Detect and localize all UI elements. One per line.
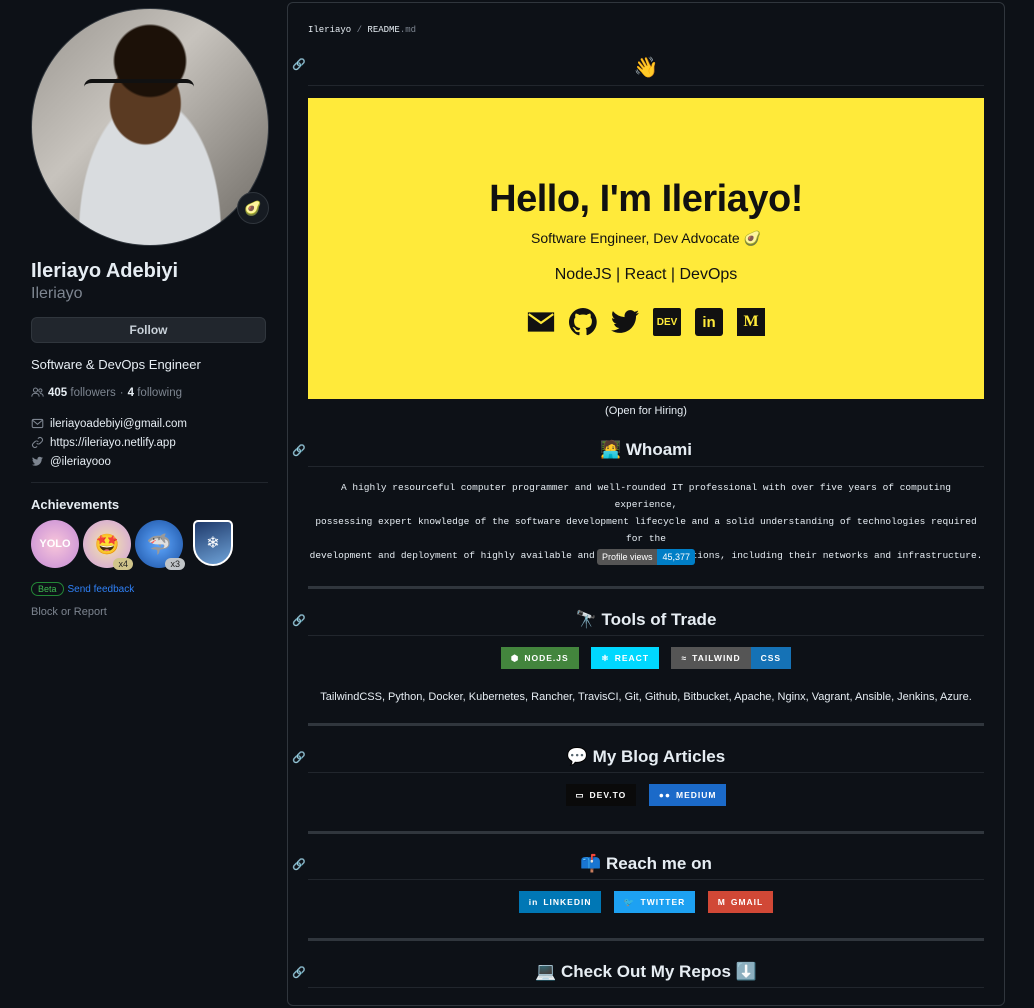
linkedin-icon[interactable]: in (695, 308, 723, 336)
divider (31, 482, 268, 483)
follow-button[interactable]: Follow (31, 317, 266, 343)
heading-rule (308, 879, 984, 880)
banner-stack: NodeJS | React | DevOps (554, 266, 738, 283)
profile-details: ileriayoadebiyi@gmail.com https://ileria… (31, 417, 268, 468)
heading-rule (308, 772, 984, 773)
medium-icon[interactable]: M (737, 308, 765, 336)
twitter-icon[interactable] (611, 308, 639, 336)
avatar-glasses (84, 79, 194, 107)
crumb-file: README (367, 25, 400, 35)
avatar[interactable] (31, 8, 269, 246)
profile-bio: Software & DevOps Engineer (31, 357, 201, 372)
section-divider (308, 586, 984, 589)
section-divider (308, 723, 984, 726)
section-divider (308, 831, 984, 834)
profile-views-badge: Profile views 45,377 (596, 549, 696, 565)
banner-subtitle: Software Engineer, Dev Advocate 🥑 (531, 230, 761, 246)
css-badge[interactable]: CSS (750, 647, 792, 669)
website-row[interactable]: https://ileriayo.netlify.app (31, 436, 268, 449)
anchor-link-icon[interactable]: 🔗 (292, 966, 306, 979)
reach-heading: 📫 Reach me on (580, 854, 712, 873)
nodejs-badge[interactable]: ⬢ NODE.JS (500, 647, 579, 669)
reach-badges: in LINKEDIN 🐦 TWITTER M GMAIL (308, 891, 984, 913)
twitter-badge[interactable]: 🐦 TWITTER (613, 891, 696, 913)
anchor-link-icon[interactable]: 🔗 (292, 751, 306, 764)
send-feedback-link[interactable]: Send feedback (68, 584, 135, 595)
achievement-pull-shark[interactable]: 🦈 x3 (135, 520, 185, 570)
anchor-link-icon[interactable]: 🔗 (292, 58, 306, 71)
achievement-arctic-code-vault[interactable]: ❄ (193, 520, 233, 566)
anchor-link-icon[interactable]: 🔗 (292, 614, 306, 627)
mail-icon[interactable] (527, 308, 555, 336)
email-link[interactable]: ileriayoadebiyi@gmail.com (50, 418, 187, 430)
link-icon (32, 437, 43, 448)
achievements-title: Achievements (31, 497, 120, 512)
shark-icon: 🦈 (146, 533, 172, 556)
people-icon (31, 387, 44, 397)
banner-social-icons: DEV in M (308, 308, 984, 336)
follow-stats: 405 followers · 4 following (31, 386, 268, 399)
breadcrumb: Ileriayo / README.md (308, 25, 417, 35)
readme-panel: Ileriayo / README.md 🔗 👋 Hello, I'm Iler… (287, 2, 1005, 1006)
tools-list: TailwindCSS, Python, Docker, Kubernetes,… (320, 691, 972, 703)
linkedin-badge[interactable]: in LINKEDIN (518, 891, 602, 913)
achievement-badges: YOLO 🤩 x4 🦈 x3 ❄ (31, 520, 268, 570)
block-report-link[interactable]: Block or Report (31, 606, 268, 618)
tools-heading: 🔭 Tools of Trade (575, 610, 717, 629)
profile-views-row: Profile views 45,377 (308, 547, 984, 565)
github-icon[interactable] (569, 308, 597, 336)
beta-badge: Beta (31, 582, 64, 596)
gmail-badge[interactable]: M GMAIL (707, 891, 774, 913)
heading-rule (308, 987, 984, 988)
heading-rule (308, 635, 984, 636)
anchor-link-icon[interactable]: 🔗 (292, 444, 306, 457)
wave-heading: 👋 (308, 55, 984, 80)
wave-icon: 👋 (633, 57, 659, 79)
status-emoji-button[interactable]: 🥑 (237, 192, 269, 224)
achievement-count: x3 (165, 558, 185, 570)
devto-badge[interactable]: ▭ DEV.TO (565, 784, 637, 806)
achievement-quickdraw[interactable]: 🤩 x4 (83, 520, 133, 570)
profile-full-name: Ileriayo Adebiyi (31, 260, 179, 282)
repos-heading: 💻 Check Out My Repos ⬇️ (535, 962, 757, 981)
twitter-link[interactable]: @ileriayooo (50, 456, 111, 468)
achievement-count: x4 (113, 558, 133, 570)
react-badge[interactable]: ⚛ REACT (591, 647, 660, 669)
anchor-link-icon[interactable]: 🔗 (292, 858, 306, 871)
star-struck-icon: 🤩 (94, 533, 120, 556)
achievement-yolo[interactable]: YOLO (31, 520, 79, 568)
following-link[interactable]: 4 following (128, 387, 182, 399)
beta-row: Beta Send feedback (31, 582, 268, 596)
yolo-icon: YOLO (39, 538, 71, 550)
whoami-heading: 🧑‍💻 Whoami (600, 440, 692, 459)
twitter-icon (31, 456, 44, 466)
banner-hello: Hello, I'm Ileriayo! (489, 178, 803, 220)
heading-rule (308, 466, 984, 467)
medium-badge[interactable]: ●● MEDIUM (648, 784, 727, 806)
heading-rule (308, 85, 984, 86)
snowflake-icon: ❄ (206, 535, 220, 552)
open-for-hiring: (Open for Hiring) (605, 405, 687, 417)
blog-heading: 💬 My Blog Articles (566, 747, 726, 766)
avocado-icon: 🥑 (244, 199, 262, 216)
hero-banner: Hello, I'm Ileriayo! Software Engineer, … (308, 98, 984, 399)
profile-login: Ileriayo (31, 285, 83, 302)
twitter-row[interactable]: @ileriayooo (31, 455, 268, 468)
dev-icon[interactable]: DEV (653, 308, 681, 336)
website-link[interactable]: https://ileriayo.netlify.app (50, 437, 176, 449)
mail-icon (31, 418, 44, 429)
section-divider (308, 938, 984, 941)
profile-sidebar: 🥑 Ileriayo Adebiyi Ileriayo Follow Softw… (31, 8, 269, 618)
tailwind-badge[interactable]: ≈ TAILWIND (671, 647, 751, 669)
crumb-user-link[interactable]: Ileriayo (308, 25, 351, 35)
followers-link[interactable]: 405 followers (48, 387, 116, 399)
tools-badges: ⬢ NODE.JS ⚛ REACT ≈ TAILWIND CSS (308, 647, 984, 669)
blog-badges: ▭ DEV.TO ●● MEDIUM (308, 784, 984, 806)
separator-dot: · (119, 386, 124, 399)
email-row[interactable]: ileriayoadebiyi@gmail.com (31, 417, 268, 430)
